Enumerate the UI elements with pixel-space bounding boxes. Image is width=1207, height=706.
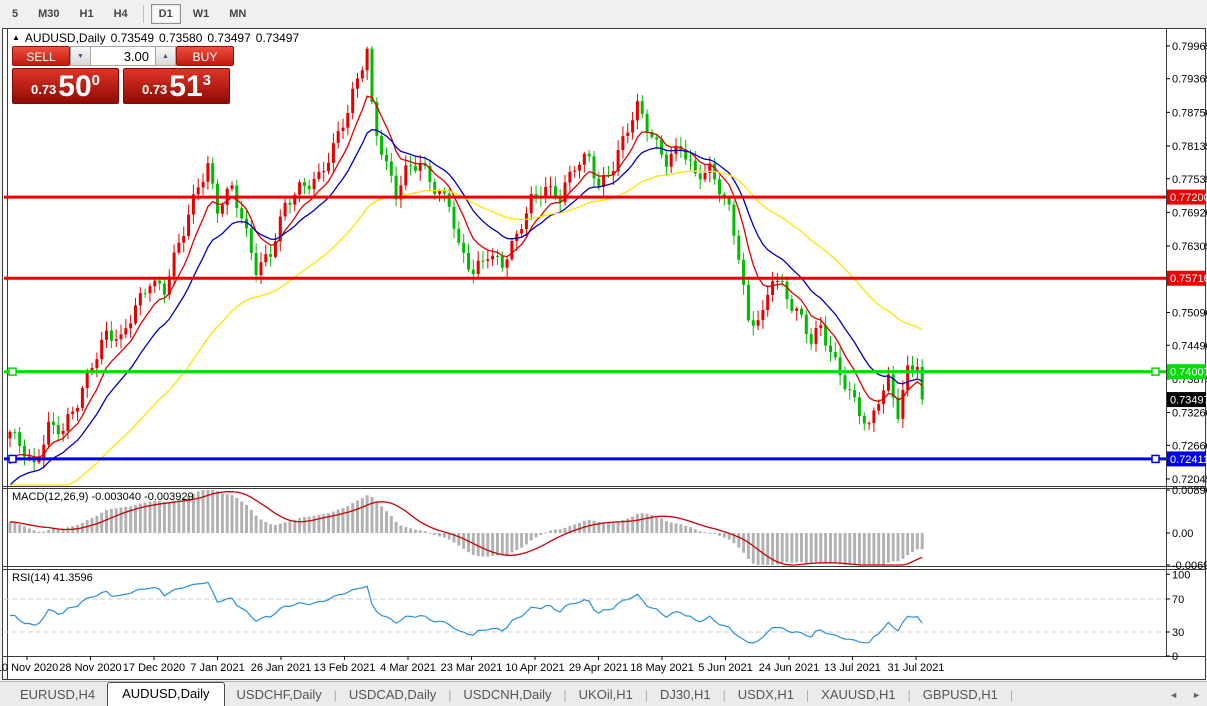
price-axis-tick-label: 0.77535 bbox=[1172, 174, 1207, 186]
level-anchor-handle[interactable] bbox=[1152, 455, 1159, 462]
date-axis-label: 10 Apr 2021 bbox=[505, 662, 564, 674]
buy-price-prefix: 0.73 bbox=[142, 82, 167, 97]
date-axis-label: 18 May 2021 bbox=[630, 662, 694, 674]
ma-line-slow-ma bbox=[10, 171, 922, 485]
buy-price-pip: 3 bbox=[203, 72, 211, 89]
candlestick-series bbox=[9, 46, 924, 472]
buy-price-main: 51 bbox=[169, 73, 202, 101]
sell-price-box[interactable]: 0.73 50 0 bbox=[12, 68, 119, 104]
bar-low-value: 0.73497 bbox=[207, 31, 250, 45]
level-anchor-handle[interactable] bbox=[1152, 368, 1159, 375]
volume-decrease-button[interactable]: ▼ bbox=[70, 46, 91, 66]
price-axis-tick-label: 0.76305 bbox=[1172, 241, 1207, 253]
level-anchor-handle[interactable] bbox=[9, 455, 16, 462]
chart-symbol-label: AUDUSD,Daily bbox=[25, 31, 106, 45]
sell-price-main: 50 bbox=[58, 73, 91, 101]
date-axis-label: 10 Nov 2020 bbox=[0, 662, 58, 674]
level-price-label: 0.72411 bbox=[1170, 454, 1207, 466]
date-axis-label: 13 Feb 2021 bbox=[314, 662, 376, 674]
level-price-label: 0.74007 bbox=[1170, 367, 1207, 379]
level-price-label: 0.77200 bbox=[1170, 192, 1207, 204]
date-axis-label: 7 Jan 2021 bbox=[190, 662, 244, 674]
rsi-axis-tick-label: 0 bbox=[1172, 651, 1178, 663]
price-axis-tick-label: 0.79365 bbox=[1172, 74, 1207, 86]
buy-price-box[interactable]: 0.73 51 3 bbox=[123, 68, 230, 104]
date-axis-label: 5 Jun 2021 bbox=[698, 662, 752, 674]
date-axis-label: 29 Apr 2021 bbox=[569, 662, 628, 674]
price-axis-tick-label: 0.72660 bbox=[1172, 440, 1207, 452]
date-axis-label: 23 Mar 2021 bbox=[441, 662, 503, 674]
price-axis-tick-label: 0.78750 bbox=[1172, 107, 1207, 119]
date-axis-label: 13 Jul 2021 bbox=[824, 662, 881, 674]
price-axis-tick-label: 0.78135 bbox=[1172, 141, 1207, 153]
bar-high-value: 0.73580 bbox=[159, 31, 202, 45]
ma-line-fast-ma bbox=[10, 96, 922, 464]
price-axis-tick-label: 0.79965 bbox=[1172, 41, 1207, 53]
rsi-axis-tick-label: 30 bbox=[1172, 627, 1184, 639]
level-anchor-handle[interactable] bbox=[9, 368, 16, 375]
price-axis-tick-label: 0.74490 bbox=[1172, 340, 1207, 352]
trading-platform-screen: 5M30H1H4D1W1MN MACD(12,26,9) -0.003040 -… bbox=[0, 0, 1207, 706]
ma-line-mid-ma bbox=[10, 130, 922, 485]
macd-axis-tick-label: 0.00 bbox=[1172, 528, 1193, 540]
macd-axis-tick-label: 0.008903 bbox=[1172, 485, 1207, 497]
price-axis-tick-label: 0.75090 bbox=[1172, 307, 1207, 319]
rsi-axis-tick-label: 70 bbox=[1172, 594, 1184, 606]
date-axis-label: 26 Jan 2021 bbox=[251, 662, 312, 674]
price-axis-tick-label: 0.72045 bbox=[1172, 474, 1207, 486]
rsi-axis-tick-label: 100 bbox=[1172, 569, 1190, 581]
buy-button[interactable]: BUY bbox=[176, 46, 234, 66]
collapse-triangle-icon[interactable]: ▲ bbox=[12, 33, 20, 42]
rsi-line bbox=[10, 582, 922, 643]
price-axis-tick-label: 0.73260 bbox=[1172, 408, 1207, 420]
chart-title: ▲ AUDUSD,Daily 0.73549 0.73580 0.73497 0… bbox=[12, 31, 299, 45]
bar-close-value: 0.73497 bbox=[256, 31, 299, 45]
date-axis-label: 28 Nov 2020 bbox=[59, 662, 121, 674]
sell-button[interactable]: SELL bbox=[12, 46, 70, 66]
price-axis-tick-label: 0.76920 bbox=[1172, 207, 1207, 219]
volume-increase-button[interactable]: ▲ bbox=[155, 46, 176, 66]
rsi-indicator-label: RSI(14) 41.3596 bbox=[12, 572, 93, 584]
current-price-label: 0.73497 bbox=[1170, 395, 1207, 407]
sell-price-pip: 0 bbox=[92, 72, 100, 89]
level-price-label: 0.75716 bbox=[1170, 273, 1207, 285]
date-axis-label: 31 Jul 2021 bbox=[888, 662, 945, 674]
volume-input[interactable] bbox=[91, 46, 155, 66]
date-axis-label: 4 Mar 2021 bbox=[380, 662, 436, 674]
macd-indicator-label: MACD(12,26,9) -0.003040 -0.003929 bbox=[12, 491, 194, 503]
chart-canvas[interactable]: MACD(12,26,9) -0.003040 -0.003929 0.00890… bbox=[0, 0, 1207, 706]
bar-open-value: 0.73549 bbox=[111, 31, 154, 45]
one-click-trade-panel: SELL ▼ ▲ BUY 0.73 50 0 0.73 51 3 bbox=[12, 46, 234, 104]
date-axis-label: 24 Jun 2021 bbox=[759, 662, 820, 674]
sell-price-prefix: 0.73 bbox=[31, 82, 56, 97]
date-axis-label: 17 Dec 2020 bbox=[123, 662, 185, 674]
